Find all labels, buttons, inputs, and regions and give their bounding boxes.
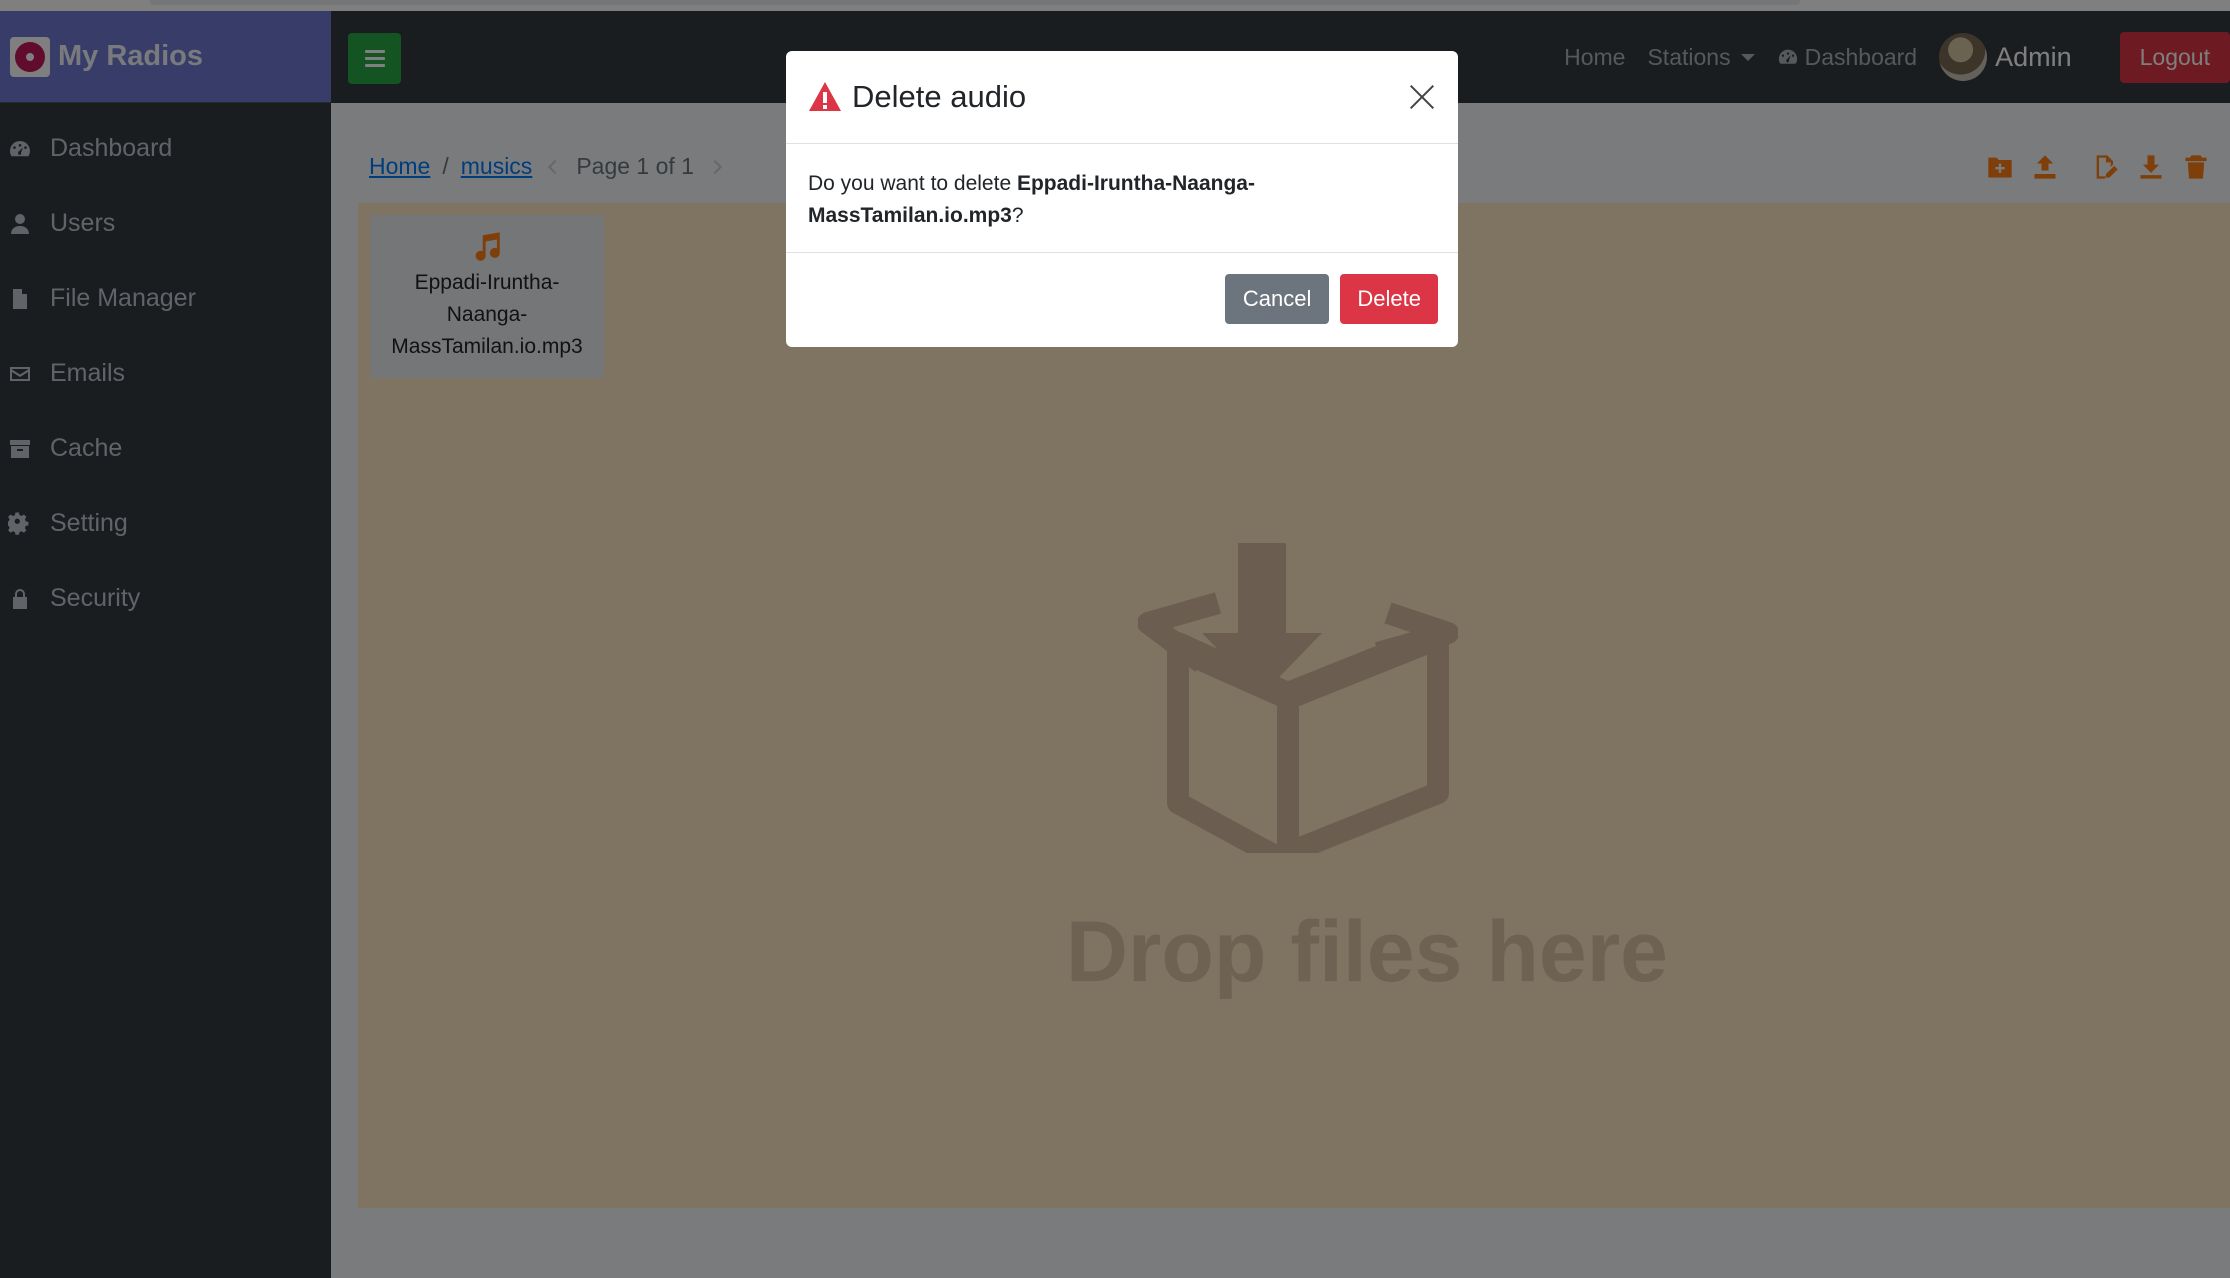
modal-footer: Cancel Delete [786, 253, 1458, 345]
modal-message: Do you want to delete [808, 172, 1017, 195]
warning-icon [809, 82, 841, 111]
modal-body: Do you want to delete Eppadi-Iruntha-Naa… [786, 144, 1458, 253]
cancel-button[interactable]: Cancel [1224, 274, 1330, 324]
close-icon[interactable] [1408, 83, 1436, 111]
delete-button[interactable]: Delete [1340, 274, 1438, 324]
delete-audio-modal: Delete audio Do you want to delete Eppad… [786, 51, 1458, 347]
modal-message-suffix: ? [1011, 204, 1024, 227]
modal-header: Delete audio [786, 51, 1458, 144]
modal-title: Delete audio [852, 79, 1027, 114]
